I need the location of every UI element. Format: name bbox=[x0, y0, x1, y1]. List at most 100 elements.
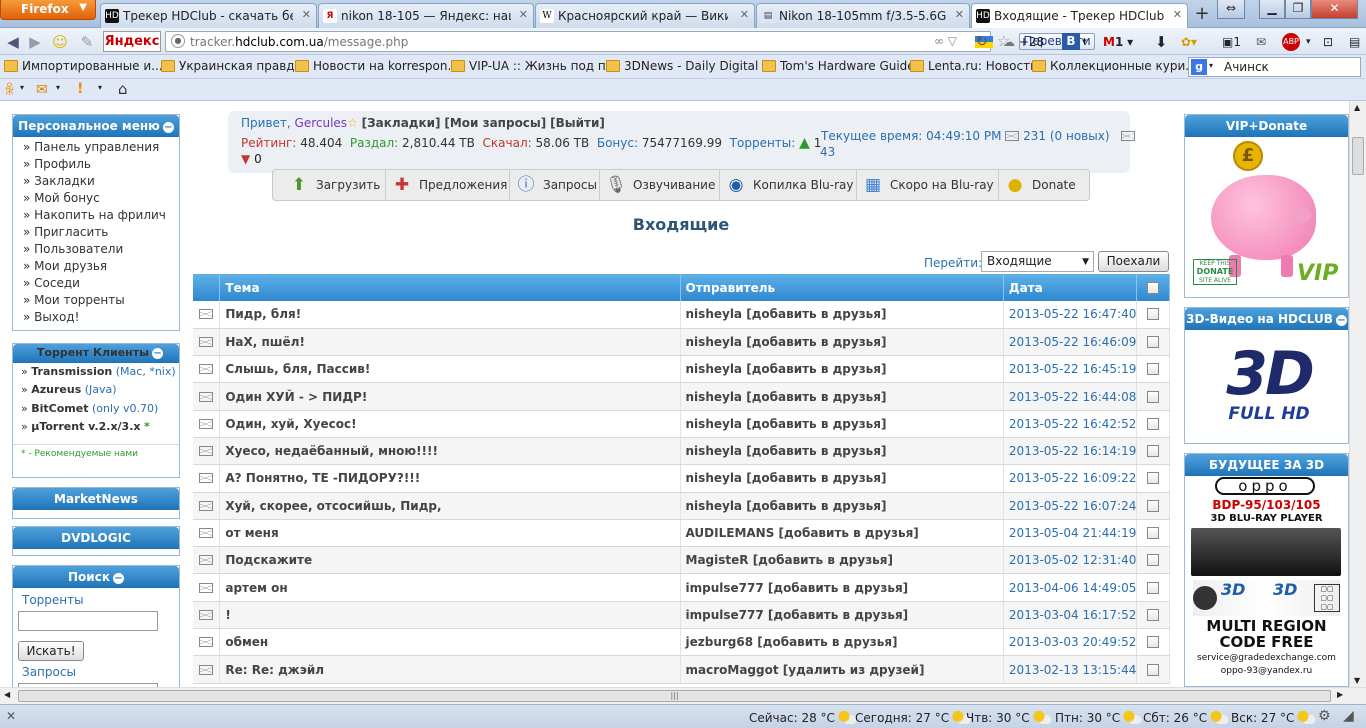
sender-column-header[interactable]: Отправитель bbox=[680, 274, 1004, 301]
message-subject[interactable]: Хуй, скорее, отсосийшь, Пидр, bbox=[219, 492, 681, 520]
message-sender[interactable]: nisheyla [добавить в друзья] bbox=[680, 492, 1004, 520]
bookmark-folder[interactable]: Импортированные и... bbox=[4, 59, 163, 73]
message-sender[interactable]: nisheyla [добавить в друзья] bbox=[680, 410, 1004, 438]
chevron-down-icon[interactable]: ▾ bbox=[20, 83, 24, 92]
smiley-icon[interactable]: ☺ bbox=[50, 32, 70, 52]
table-row[interactable]: Хуй, скорее, отсосийшь, Пидр, nisheyla [д… bbox=[193, 492, 1170, 520]
scroll-down-icon[interactable]: ▼ bbox=[1354, 676, 1360, 685]
menu-control-panel[interactable]: » Панель управления bbox=[13, 139, 179, 156]
message-subject[interactable]: НаХ, пшёл! bbox=[219, 328, 681, 357]
download-icon[interactable]: ⬇ bbox=[1155, 32, 1168, 52]
address-bar[interactable]: ● tracker.hdclub.com.ua/message.php ☆ Пе… bbox=[165, 31, 1095, 52]
glasses-icon[interactable]: ∞ ▽ bbox=[934, 34, 957, 48]
tab-list-button[interactable]: ⇔ bbox=[1217, 0, 1245, 19]
tab-wikipedia[interactable]: WКрасноярский край — Википе...✕ bbox=[535, 3, 755, 28]
message-subject[interactable]: Слышь, бля, Пассив! bbox=[219, 355, 681, 384]
weather-today[interactable]: Сегодня: 27 °C bbox=[855, 710, 972, 725]
message-checkbox[interactable] bbox=[1147, 663, 1160, 676]
message-checkbox[interactable] bbox=[1147, 335, 1160, 348]
marketnews-header[interactable]: MarketNews bbox=[13, 488, 179, 510]
message-subject[interactable]: ! bbox=[219, 601, 681, 630]
scroll-up-icon[interactable]: ▲ bbox=[1354, 103, 1360, 112]
sound-icon[interactable]: ◢ bbox=[1343, 708, 1354, 724]
bookmarks-link[interactable]: [Закладки] bbox=[362, 116, 441, 130]
logout-link[interactable]: [Выйти] bbox=[550, 116, 605, 130]
subject-column-header[interactable]: Тема bbox=[219, 274, 681, 301]
search-input[interactable] bbox=[18, 611, 158, 631]
envelope-icon[interactable]: ✉ bbox=[1256, 32, 1266, 52]
menu-my-torrents[interactable]: » Мои торренты bbox=[13, 292, 179, 309]
table-row[interactable]: обмен jezburg68 [добавить в друзья] 2013-0… bbox=[193, 628, 1170, 657]
close-tab-icon[interactable]: ✕ bbox=[740, 8, 749, 21]
odnoklassniki-icon[interactable]: ꆜ bbox=[4, 81, 15, 99]
select-all-checkbox[interactable] bbox=[1147, 281, 1160, 294]
table-row[interactable]: Пидр, бля! nisheyla [добавить в друзья] 20… bbox=[193, 301, 1170, 329]
weather-widget[interactable]: ☁ +28 bbox=[1003, 32, 1044, 52]
menu-logout[interactable]: » Выход! bbox=[13, 309, 179, 326]
my-requests-link[interactable]: [Мои запросы] bbox=[444, 116, 546, 130]
weather-thu[interactable]: Чтв: 30 °C bbox=[966, 710, 1052, 725]
dubbing-button[interactable]: 🎙 Озвучивание bbox=[600, 170, 720, 200]
bookmark-folder[interactable]: Lenta.ru: Новости bbox=[910, 59, 1038, 73]
back-icon[interactable]: ◀ bbox=[3, 32, 23, 52]
minimize-button[interactable]: ▁ bbox=[1259, 0, 1285, 19]
message-checkbox[interactable] bbox=[1147, 417, 1160, 430]
bookmark-folder[interactable]: Tom's Hardware Guide bbox=[762, 59, 915, 73]
weather-now[interactable]: Сейчас: 28 °C bbox=[749, 710, 857, 725]
message-checkbox[interactable] bbox=[1147, 499, 1160, 512]
search-button[interactable]: Искать! bbox=[18, 641, 84, 661]
donate-button[interactable]: ● Donate bbox=[999, 170, 1089, 200]
username-link[interactable]: Gercules bbox=[295, 116, 348, 130]
message-checkbox[interactable] bbox=[1147, 390, 1160, 403]
table-row[interactable]: артем он impulse777 [добавить в друзья] 20… bbox=[193, 573, 1170, 602]
bluray-collection-button[interactable]: ◉ Копилка Blu-ray bbox=[720, 170, 857, 200]
message-subject[interactable]: Пидр, бля! bbox=[219, 301, 681, 329]
collapse-icon[interactable]: − bbox=[162, 122, 174, 133]
table-row[interactable]: НаХ, пшёл! nisheyla [добавить в друзья] 20… bbox=[193, 328, 1170, 357]
google-search-box[interactable]: g ▾ Ачинск bbox=[1188, 57, 1361, 77]
collapse-icon[interactable]: − bbox=[152, 348, 164, 359]
horizontal-scrollbar[interactable]: ◀ ||| ▶ bbox=[0, 687, 1366, 704]
collapse-icon[interactable]: − bbox=[1335, 315, 1347, 326]
scroll-left-icon[interactable]: ◀ bbox=[4, 690, 10, 699]
puzzle-icon[interactable]: ✿▾ bbox=[1181, 32, 1197, 52]
close-tab-icon[interactable]: ✕ bbox=[1173, 8, 1182, 21]
close-statusbar-icon[interactable]: ✕ bbox=[6, 709, 16, 723]
gear-icon[interactable]: ⚙ bbox=[1318, 708, 1331, 724]
vertical-scrollbar[interactable]: ▲ ▼ bbox=[1349, 101, 1366, 687]
table-row[interactable]: А? Понятно, ТЕ -ПИДОРУ?!!! nisheyla [доба… bbox=[193, 464, 1170, 493]
message-sender[interactable]: nisheyla [добавить в друзья] bbox=[680, 328, 1004, 357]
table-row[interactable]: Слышь, бля, Пассив! nisheyla [добавить в … bbox=[193, 355, 1170, 384]
message-subject[interactable]: Подскажите bbox=[219, 546, 681, 575]
menu-bookmarks[interactable]: » Закладки bbox=[13, 173, 179, 190]
message-sender[interactable]: impulse777 [добавить в друзья] bbox=[680, 601, 1004, 630]
wrench-icon[interactable]: ✎ bbox=[77, 32, 97, 52]
chevron-down-icon[interactable]: ▾ bbox=[1082, 32, 1087, 52]
message-sender[interactable]: impulse777 [добавить в друзья] bbox=[680, 573, 1004, 602]
go-button[interactable]: Поехали bbox=[1098, 251, 1169, 272]
3d-fullhd-banner[interactable]: 3D FULL HD bbox=[1185, 330, 1348, 442]
requests-button[interactable]: ⓘ Запросы bbox=[510, 170, 600, 200]
message-sender[interactable]: nisheyla [добавить в друзья] bbox=[680, 301, 1004, 329]
message-sender[interactable]: MagisteR [добавить в друзья] bbox=[680, 546, 1004, 575]
mail-envelope-icon[interactable]: ✉ bbox=[36, 82, 48, 98]
table-row[interactable]: Хуесо, недаёбанный, мною!!!! nisheyla [до… bbox=[193, 437, 1170, 466]
table-row[interactable]: Подскажите MagisteR [добавить в друзья] 20… bbox=[193, 546, 1170, 575]
weather-sun[interactable]: Вск: 27 °C bbox=[1231, 710, 1317, 725]
table-row[interactable]: Re: Re: джэйл macroMaggot [удалить из дру… bbox=[193, 655, 1170, 684]
message-sender[interactable]: jezburg68 [добавить в друзья] bbox=[680, 628, 1004, 657]
tab-nikon-review[interactable]: ▤Nikon 18-105mm f/3.5-5.6G AF...✕ bbox=[756, 3, 970, 28]
bookmark-folder[interactable]: 3DNews - Daily Digital ... bbox=[606, 59, 774, 73]
table-row[interactable]: от меня AUDILEMANS [добавить в друзья] 201… bbox=[193, 519, 1170, 548]
piggy-bank-banner[interactable]: £ KEEP THIS DONATE SITE ALIVE VIP bbox=[1185, 137, 1348, 297]
message-checkbox[interactable] bbox=[1147, 472, 1160, 485]
message-sender[interactable]: AUDILEMANS [добавить в друзья] bbox=[680, 519, 1004, 548]
message-checkbox[interactable] bbox=[1147, 554, 1160, 567]
message-subject[interactable]: Один ХУЙ - > ПИДР! bbox=[219, 382, 681, 411]
folder-select[interactable]: Входящие ▼ bbox=[981, 251, 1094, 272]
menu-bonus[interactable]: » Мой бонус bbox=[13, 190, 179, 207]
chevron-down-icon[interactable]: ▾ bbox=[1306, 32, 1311, 52]
window-close-button[interactable]: ✕ bbox=[1311, 0, 1358, 19]
message-checkbox[interactable] bbox=[1147, 636, 1160, 649]
client-azureus[interactable]: » Azureus (Java) bbox=[13, 381, 179, 400]
